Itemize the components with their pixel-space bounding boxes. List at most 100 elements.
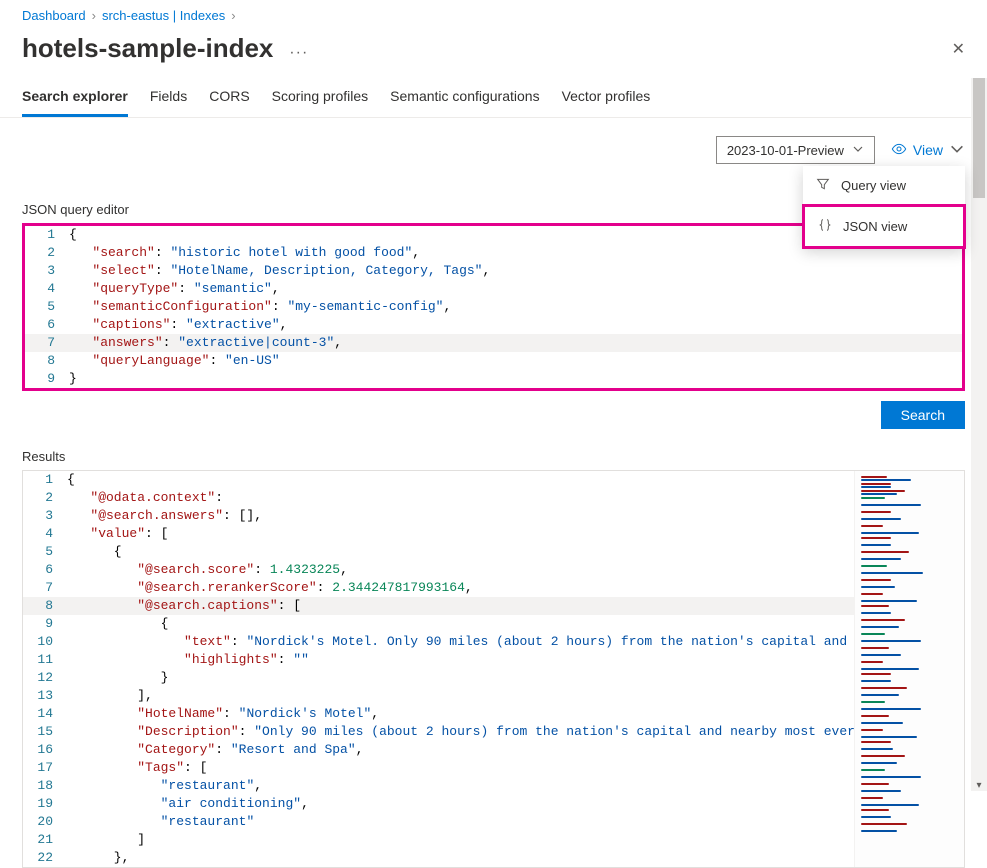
line-number: 11 <box>23 651 67 669</box>
api-version-value: 2023-10-01-Preview <box>727 143 844 158</box>
code-content: } <box>67 669 854 687</box>
code-content: "queryLanguage": "en-US" <box>69 352 962 370</box>
line-number: 8 <box>25 352 69 370</box>
tab-semantic-configurations[interactable]: Semantic configurations <box>390 78 539 117</box>
minimap-line <box>861 694 899 696</box>
close-button[interactable]: ✕ <box>952 39 965 59</box>
minimap-line <box>861 797 883 799</box>
code-line: 3 "@search.answers": [], <box>23 507 854 525</box>
line-number: 13 <box>23 687 67 705</box>
code-line: 6 "captions": "extractive", <box>25 316 962 334</box>
line-number: 9 <box>23 615 67 633</box>
code-line: 12 } <box>23 669 854 687</box>
code-content: { <box>67 543 854 561</box>
api-version-dropdown[interactable]: 2023-10-01-Preview <box>716 136 875 164</box>
tab-bar: Search explorer Fields CORS Scoring profile… <box>0 78 987 118</box>
minimap-line <box>861 544 891 546</box>
tab-cors[interactable]: CORS <box>209 78 249 117</box>
code-line: 16 "Category": "Resort and Spa", <box>23 741 854 759</box>
code-content: "Category": "Resort and Spa", <box>67 741 854 759</box>
line-number: 1 <box>23 471 67 489</box>
line-number: 2 <box>23 489 67 507</box>
line-number: 16 <box>23 741 67 759</box>
minimap-line <box>861 518 901 520</box>
line-number: 18 <box>23 777 67 795</box>
line-number: 4 <box>25 280 69 298</box>
code-content: "@search.score": 1.4323225, <box>67 561 854 579</box>
line-number: 17 <box>23 759 67 777</box>
minimap-line <box>861 497 885 499</box>
code-content: "Tags": [ <box>67 759 854 777</box>
line-number: 3 <box>23 507 67 525</box>
minimap-line <box>861 504 921 506</box>
code-line: 14 "HotelName": "Nordick's Motel", <box>23 705 854 723</box>
minimap-line <box>861 804 919 806</box>
code-content: "value": [ <box>67 525 854 543</box>
more-actions-button[interactable]: ··· <box>289 44 308 61</box>
minimap-line <box>861 633 885 635</box>
breadcrumb: Dashboard › srch-eastus | Indexes › <box>0 0 987 27</box>
tab-fields[interactable]: Fields <box>150 78 187 117</box>
results-panel: 1 {2 "@odata.context":3 "@search.answers"… <box>22 470 965 868</box>
filter-icon <box>815 176 831 195</box>
minimap-line <box>861 816 891 818</box>
chevron-right-icon: › <box>92 8 96 23</box>
minimap-line <box>861 790 901 792</box>
results-editor[interactable]: 1 {2 "@odata.context":3 "@search.answers"… <box>23 471 854 867</box>
breadcrumb-link[interactable]: Dashboard <box>22 8 86 23</box>
minimap-line <box>861 490 905 492</box>
view-menu-query-view[interactable]: Query view <box>803 166 965 205</box>
view-dropdown-button[interactable]: View <box>891 141 965 160</box>
tab-vector-profiles[interactable]: Vector profiles <box>562 78 651 117</box>
code-line: 9 { <box>23 615 854 633</box>
minimap-line <box>861 476 887 478</box>
line-number: 8 <box>23 597 67 615</box>
minimap-line <box>861 486 891 488</box>
code-content: "@odata.context": <box>67 489 854 507</box>
minimap-line <box>861 755 905 757</box>
minimap-line <box>861 830 897 832</box>
code-content: { <box>67 615 854 633</box>
code-line: 13 ], <box>23 687 854 705</box>
minimap-line <box>861 736 917 738</box>
minimap-line <box>861 511 891 513</box>
minimap-line <box>861 729 883 731</box>
line-number: 7 <box>25 334 69 352</box>
minimap-line <box>861 680 891 682</box>
line-number: 6 <box>23 561 67 579</box>
vertical-scrollbar[interactable]: ▴ ▾ <box>971 78 987 791</box>
minimap-line <box>861 593 883 595</box>
toolbar: 2023-10-01-Preview View Query view JSON … <box>0 118 987 174</box>
chevron-right-icon: › <box>231 8 235 23</box>
view-menu-json-view[interactable]: JSON view <box>802 204 966 249</box>
tab-search-explorer[interactable]: Search explorer <box>22 78 128 117</box>
code-content: "highlights": "" <box>67 651 854 669</box>
breadcrumb-link[interactable]: srch-eastus | Indexes <box>102 8 225 23</box>
minimap-line <box>861 762 897 764</box>
line-number: 20 <box>23 813 67 831</box>
minimap[interactable] <box>854 471 964 867</box>
code-line: 2 "@odata.context": <box>23 489 854 507</box>
view-menu: Query view JSON view <box>803 166 965 248</box>
minimap-line <box>861 626 899 628</box>
tab-scoring-profiles[interactable]: Scoring profiles <box>272 78 369 117</box>
code-content: "HotelName": "Nordick's Motel", <box>67 705 854 723</box>
code-line: 19 "air conditioning", <box>23 795 854 813</box>
minimap-line <box>861 619 905 621</box>
minimap-line <box>861 479 911 481</box>
line-number: 6 <box>25 316 69 334</box>
minimap-line <box>861 715 889 717</box>
scrollbar-thumb[interactable] <box>973 78 985 198</box>
page-header: hotels-sample-index ··· ✕ <box>0 27 987 78</box>
minimap-line <box>861 612 891 614</box>
code-content: "restaurant", <box>67 777 854 795</box>
minimap-line <box>861 647 889 649</box>
code-content: "queryType": "semantic", <box>69 280 962 298</box>
search-button[interactable]: Search <box>881 401 965 429</box>
code-line: 6 "@search.score": 1.4323225, <box>23 561 854 579</box>
code-content: "Description": "Only 90 miles (about 2 h… <box>67 723 854 741</box>
scroll-down-arrow[interactable]: ▾ <box>971 780 987 791</box>
minimap-line <box>861 783 889 785</box>
line-number: 15 <box>23 723 67 741</box>
minimap-line <box>861 579 891 581</box>
